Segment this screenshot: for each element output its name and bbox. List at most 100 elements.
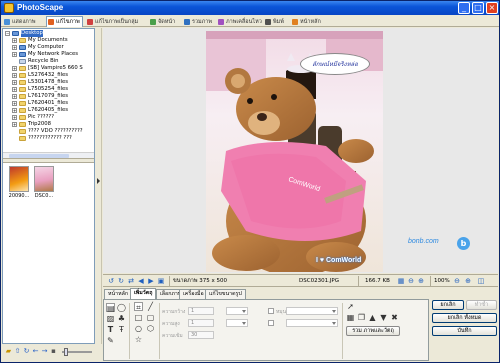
tab-combine[interactable]: รวมภาพ	[182, 16, 215, 27]
expand-icon[interactable]: +	[12, 115, 17, 120]
zoom-in-icon[interactable]: ⊕	[417, 277, 425, 285]
tab-batch-editor[interactable]: แก้ไขภาพเป็นกลุ่ม	[85, 16, 141, 27]
folder-icon	[19, 66, 26, 71]
tab-tools[interactable]: เครื่องมือ	[179, 289, 208, 299]
expand-icon[interactable]: +	[12, 52, 17, 57]
line-icon[interactable]: ╱	[146, 302, 155, 311]
speech-balloon-icon[interactable]: ◯	[117, 303, 126, 312]
thumbnail-item[interactable]: 20090...	[7, 166, 31, 199]
image-tool-icon[interactable]: ▦	[346, 313, 355, 322]
rectangle-icon[interactable]: □	[134, 313, 143, 322]
text-style-icon[interactable]: Ŧ	[117, 325, 126, 334]
rotate-right-icon[interactable]: ↻	[117, 277, 125, 285]
brush-icon[interactable]: ✎	[106, 336, 115, 345]
line-style-dropdown[interactable]	[226, 307, 248, 315]
title-bar[interactable]: PhotoScape _ □ ×	[1, 1, 499, 15]
pointer-icon[interactable]: ➚	[346, 302, 355, 311]
bring-front-icon[interactable]: ▲	[368, 313, 377, 322]
photoscape-window: PhotoScape _ □ × แสดงภาพ แก้ไขภาพ แก้ไขภ…	[0, 0, 500, 363]
expand-icon[interactable]: +	[12, 80, 17, 85]
folder-icon	[19, 87, 26, 92]
forward-arrow-icon[interactable]: →	[41, 348, 48, 355]
recycle-bin-icon	[19, 59, 26, 64]
thumbnail-item[interactable]: DSC0...	[32, 166, 56, 199]
tab-home-edit[interactable]: หน้าหลัก	[104, 289, 133, 299]
expand-icon[interactable]: +	[12, 73, 17, 78]
undo-button[interactable]: ยกเลิก	[432, 300, 464, 310]
speech-bubble[interactable]: ลักษณ์หมีจริงหล่อ	[300, 53, 370, 75]
delete-icon[interactable]: ✖	[390, 313, 399, 322]
expand-icon[interactable]: +	[12, 66, 17, 71]
send-back-icon[interactable]: ▼	[379, 313, 388, 322]
expand-icon[interactable]: +	[12, 45, 17, 50]
zoom-in-icon[interactable]: ⊕	[464, 277, 472, 285]
folder-up-icon[interactable]: ⇧	[14, 348, 21, 355]
folder-icon	[19, 122, 26, 127]
close-button[interactable]: ×	[486, 2, 498, 14]
tab-print[interactable]: พิมพ์	[263, 16, 287, 27]
thumbnail-size-slider[interactable]	[62, 348, 92, 356]
refresh-icon[interactable]: ↻	[23, 348, 30, 355]
height-field[interactable]: 1	[188, 319, 214, 327]
main-tab-strip: แสดงภาพ แก้ไขภาพ แก้ไขภาพเป็นกลุ่ม จัดหน…	[1, 15, 499, 27]
rotate-checkbox[interactable]	[268, 308, 274, 314]
folder-icon[interactable]: ▰	[5, 348, 12, 355]
polygon-icon[interactable]: ⬡	[146, 324, 155, 333]
symbol-icon[interactable]: ♣	[117, 314, 126, 323]
tab-home[interactable]: หน้าหลัก	[290, 16, 324, 27]
expand-icon[interactable]: +	[12, 94, 17, 99]
panel-splitter[interactable]	[3, 158, 94, 163]
redo-button[interactable]: ทำซ้ำ	[466, 300, 497, 310]
width-field[interactable]: 1	[188, 307, 214, 315]
rotate-left-icon[interactable]: ↺	[107, 277, 115, 285]
zoom-out-icon[interactable]: ⊖	[453, 277, 461, 285]
flip-icon[interactable]: ⇄	[127, 277, 135, 285]
minimize-button[interactable]: _	[458, 2, 470, 14]
panel-collapse-handle[interactable]	[96, 28, 102, 344]
edited-photo[interactable]: ComWorld ลักษณ์หมีจริงหล่อ I ♥ ComWorld	[206, 31, 383, 272]
photo-object-icon[interactable]: ▤	[106, 303, 115, 313]
select-icon[interactable]: ⌗	[134, 302, 143, 312]
expand-icon[interactable]: +	[12, 101, 17, 106]
expand-icon[interactable]: +	[12, 38, 17, 43]
ellipse-icon[interactable]: ○	[134, 324, 143, 333]
previous-icon[interactable]: ◀	[137, 277, 145, 285]
zoom-level[interactable]: 100%	[434, 277, 450, 285]
photo-icon[interactable]: ▨	[106, 314, 115, 323]
back-arrow-icon[interactable]: ←	[32, 348, 39, 355]
style-dropdown[interactable]	[286, 319, 338, 327]
zoom-out-icon[interactable]: ⊖	[407, 277, 415, 285]
fullscreen-icon[interactable]: ▣	[157, 277, 165, 285]
tab-page[interactable]: จัดหน้า	[148, 16, 178, 27]
next-icon[interactable]: ▶	[147, 277, 155, 285]
line-width-dropdown[interactable]	[226, 319, 248, 327]
expand-icon[interactable]: +	[12, 87, 17, 92]
option-checkbox[interactable]	[268, 320, 274, 326]
collapse-icon[interactable]: −	[5, 31, 10, 36]
merge-objects-button[interactable]: รวม ภาพและวัตถุ	[346, 326, 400, 336]
tab-object[interactable]: เพิ่มวัตถุ	[130, 288, 157, 299]
tab-resize[interactable]: แก้ไขขนาดรูป	[205, 289, 246, 299]
color-dropdown[interactable]	[286, 307, 338, 315]
tab-editor[interactable]: แก้ไขภาพ	[46, 16, 83, 27]
text-icon[interactable]: T	[106, 325, 115, 334]
expand-icon[interactable]: +	[12, 108, 17, 113]
rounded-rectangle-icon[interactable]: ▢	[146, 313, 155, 322]
star-icon[interactable]: ☆	[134, 335, 143, 344]
save-button[interactable]: บันทึก	[432, 326, 497, 336]
browser-toolbar: ▰ ⇧ ↻ ← → ▪	[2, 345, 95, 360]
maximize-button[interactable]: □	[472, 2, 484, 14]
folder-tree[interactable]: − Desktop + My Documents + My Computer +…	[3, 29, 94, 151]
copy-icon[interactable]: ❐	[357, 313, 366, 322]
image-canvas[interactable]: ComWorld ลักษณ์หมีจริงหล่อ I ♥ ComWorld …	[103, 28, 498, 273]
opacity-field[interactable]: 30	[188, 331, 214, 339]
image-info-icon[interactable]: ▦	[397, 277, 405, 285]
undo-all-button[interactable]: ยกเลิก ทั้งหมด	[432, 313, 497, 323]
fit-to-window-icon[interactable]: ◫	[477, 277, 485, 285]
slider-knob[interactable]	[64, 348, 68, 356]
folder-icon	[19, 108, 26, 113]
tab-animated-gif[interactable]: ภาพเคลื่อนไหว	[216, 16, 265, 27]
tab-viewer[interactable]: แสดงภาพ	[2, 16, 39, 27]
expand-icon[interactable]: +	[12, 122, 17, 127]
filename-text: DSC02301.JPG	[299, 278, 340, 284]
